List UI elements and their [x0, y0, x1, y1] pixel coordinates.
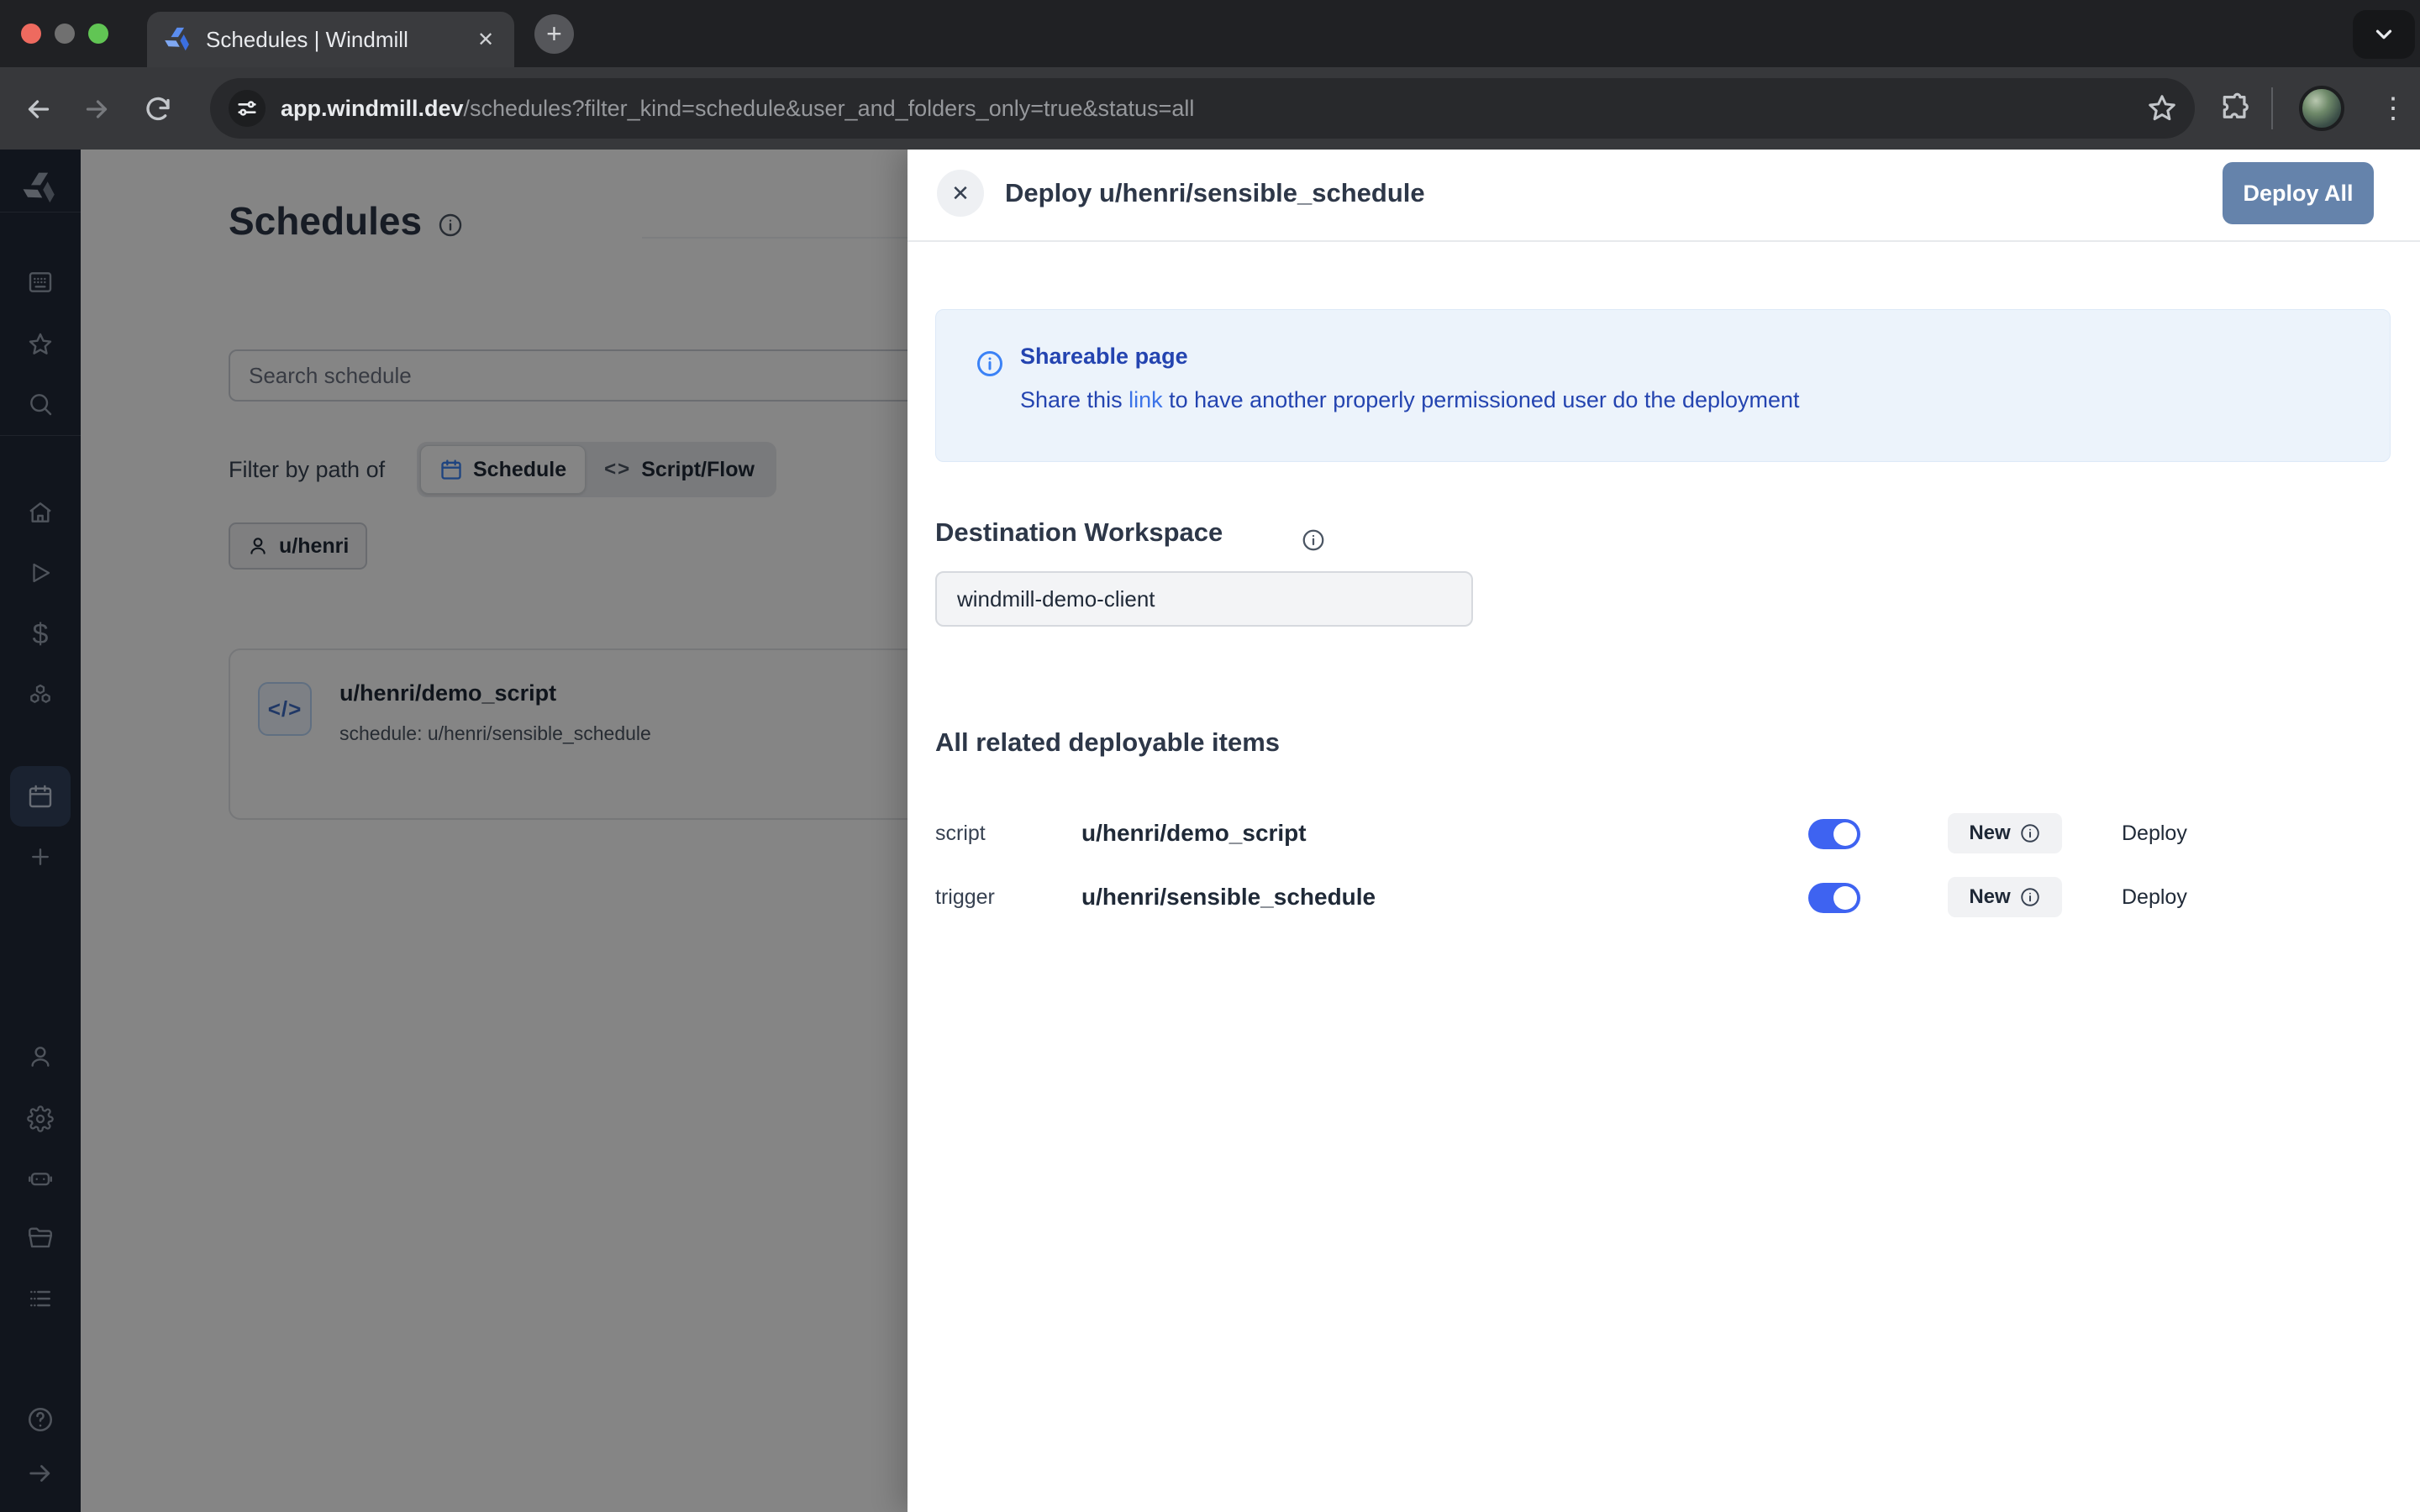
item-path: u/henri/sensible_schedule: [1081, 874, 1376, 921]
item-enabled-toggle[interactable]: [1808, 883, 1860, 913]
item-deploy-link[interactable]: Deploy: [2122, 810, 2187, 857]
deployable-item-row: trigger u/henri/sensible_schedule New De…: [908, 874, 2420, 921]
chevron-down-icon: [2371, 22, 2396, 47]
url-text: app.windmill.dev/schedules?filter_kind=s…: [281, 96, 2146, 122]
drawer-header-divider: [908, 240, 2420, 242]
extensions-icon[interactable]: [2215, 89, 2254, 128]
bookmark-star-icon[interactable]: [2146, 92, 2178, 124]
item-status-badge: New: [1948, 877, 2062, 917]
info-icon: [975, 349, 1005, 379]
infobox-body-prefix: Share this: [1020, 387, 1128, 412]
infobox-body: Share this link to have another properly…: [1020, 387, 1800, 413]
item-kind: trigger: [935, 874, 995, 921]
drawer-backdrop[interactable]: [0, 150, 908, 1512]
url-path: /schedules?filter_kind=schedule&user_and…: [464, 96, 1195, 121]
site-settings-icon[interactable]: [229, 90, 266, 127]
forward-button[interactable]: [78, 91, 115, 128]
drawer-title: Deploy u/henri/sensible_schedule: [1005, 170, 1425, 217]
toolbar-separator: [2271, 87, 2273, 129]
badge-label: New: [1969, 822, 2010, 845]
url-domain: app.windmill.dev: [281, 96, 464, 121]
new-tab-button[interactable]: +: [534, 14, 574, 54]
profile-avatar[interactable]: [2299, 86, 2344, 131]
toggle-knob: [1833, 886, 1857, 910]
destination-workspace-heading: Destination Workspace: [935, 517, 1223, 548]
item-status-badge: New: [1948, 813, 2062, 853]
drawer-close-button[interactable]: ✕: [937, 170, 984, 217]
window-zoom-button[interactable]: [88, 24, 108, 44]
tab-title: Schedules | Windmill: [206, 27, 469, 53]
browser-menu-icon[interactable]: ⋮: [2376, 87, 2410, 129]
reload-button[interactable]: [139, 91, 176, 128]
browser-tab[interactable]: Schedules | Windmill ✕: [147, 12, 514, 67]
deployable-item-row: script u/henri/demo_script New Deploy: [908, 810, 2420, 857]
deployable-items-heading: All related deployable items: [935, 727, 1280, 758]
deploy-all-button[interactable]: Deploy All: [2223, 162, 2374, 224]
badge-label: New: [1969, 885, 2010, 909]
destination-workspace-input[interactable]: windmill-demo-client: [935, 571, 1473, 627]
reload-icon: [143, 94, 173, 124]
shareable-page-infobox: Shareable page Share this link to have a…: [935, 309, 2391, 462]
item-kind: script: [935, 810, 986, 857]
app-viewport: $: [0, 150, 2420, 1512]
back-button[interactable]: [20, 91, 57, 128]
item-deploy-link[interactable]: Deploy: [2122, 874, 2187, 921]
back-icon: [24, 94, 54, 124]
item-path: u/henri/demo_script: [1081, 810, 1307, 857]
share-link[interactable]: link: [1128, 387, 1163, 412]
item-enabled-toggle[interactable]: [1808, 819, 1860, 849]
window-close-button[interactable]: [21, 24, 41, 44]
windmill-favicon: [164, 25, 192, 54]
tab-strip: Schedules | Windmill ✕ +: [0, 0, 2420, 67]
badge-info-icon[interactable]: [2019, 886, 2041, 908]
tab-search-button[interactable]: [2353, 10, 2415, 59]
url-bar[interactable]: app.windmill.dev/schedules?filter_kind=s…: [210, 78, 2195, 139]
deploy-drawer: ✕ Deploy u/henri/sensible_schedule Deplo…: [908, 150, 2420, 1512]
forward-icon: [82, 94, 112, 124]
infobox-body-suffix: to have another properly permissioned us…: [1163, 387, 1800, 412]
toggle-knob: [1833, 822, 1857, 846]
infobox-title: Shareable page: [1020, 344, 1188, 370]
tab-close-icon[interactable]: ✕: [469, 23, 502, 56]
browser-toolbar: app.windmill.dev/schedules?filter_kind=s…: [0, 67, 2420, 150]
window-minimize-button[interactable]: [55, 24, 75, 44]
destination-info-icon[interactable]: [1301, 528, 1326, 553]
badge-info-icon[interactable]: [2019, 822, 2041, 844]
